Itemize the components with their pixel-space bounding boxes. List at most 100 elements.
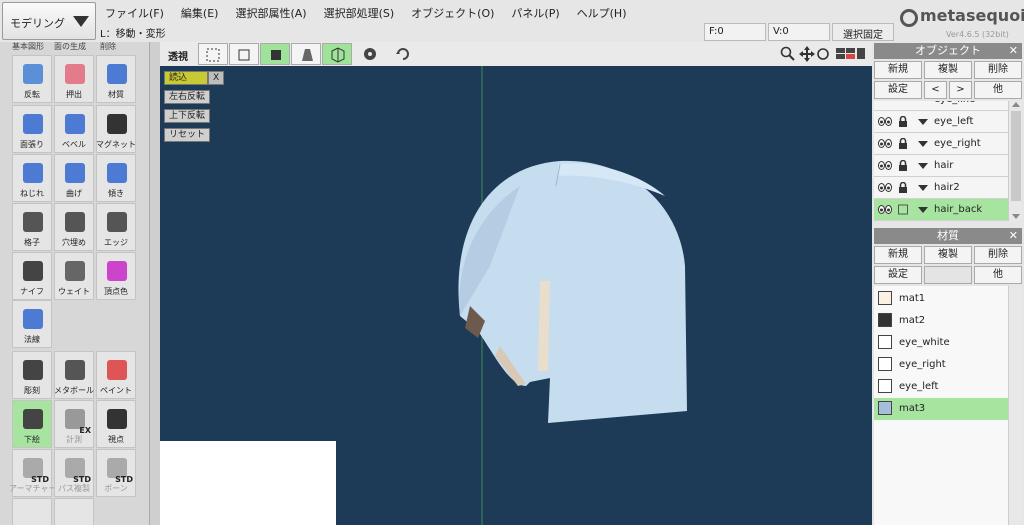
material-new-button[interactable]: 新規 xyxy=(874,246,922,264)
tool-knife[interactable]: ナイフ xyxy=(12,252,52,300)
refresh-icon[interactable] xyxy=(388,43,418,65)
tool-underlay[interactable]: 下絵 xyxy=(12,400,52,448)
tool-bevel[interactable]: ベベル xyxy=(54,105,94,153)
object-settings-button[interactable]: 設定 xyxy=(874,81,922,99)
menu-item-1[interactable]: 編集(E) xyxy=(172,0,227,22)
tool-weight[interactable]: ウェイト xyxy=(54,252,94,300)
expand-triangle-icon[interactable] xyxy=(918,141,928,147)
list-item[interactable]: eye_left xyxy=(874,376,1008,398)
tool-measure[interactable]: 計測 EX xyxy=(54,400,94,448)
expand-triangle-icon[interactable] xyxy=(918,119,928,125)
list-item[interactable]: hair xyxy=(874,155,1008,177)
zoom-icon[interactable] xyxy=(780,46,796,62)
menu-item-5[interactable]: パネル(P) xyxy=(502,0,567,22)
selection-fix-button[interactable]: 選択固定 xyxy=(832,23,894,41)
object-delete-button[interactable]: 削除 xyxy=(974,61,1022,79)
object-list-scrollbar[interactable] xyxy=(1008,101,1022,221)
tool-tilt[interactable]: 傾き xyxy=(96,154,136,202)
3d-viewport[interactable]: 読込 X 左右反転 上下反転 リセット xyxy=(160,66,872,525)
eye-icon[interactable] xyxy=(878,183,892,192)
object-other-button[interactable]: 他 xyxy=(974,81,1022,99)
face-mode-button[interactable] xyxy=(260,43,290,65)
eye-icon[interactable] xyxy=(878,117,892,126)
tool-twist[interactable]: ねじれ xyxy=(12,154,52,202)
menu-item-2[interactable]: 選択部属性(A) xyxy=(226,0,314,22)
menu-item-6[interactable]: ヘルプ(H) xyxy=(568,0,635,22)
eye-icon[interactable] xyxy=(878,161,892,170)
view-layout-icon[interactable] xyxy=(836,48,866,62)
flip-vertical-button[interactable]: 上下反転 xyxy=(164,109,211,123)
tool-armature[interactable]: アーマチャー STD xyxy=(9,449,56,497)
expand-triangle-icon[interactable] xyxy=(918,185,928,191)
material-swatch[interactable] xyxy=(878,401,892,415)
material-duplicate-button[interactable]: 複製 xyxy=(924,246,972,264)
wire-mode-button[interactable] xyxy=(291,43,321,65)
list-item[interactable]: hair_back xyxy=(874,199,1008,221)
material-swatch[interactable] xyxy=(878,335,892,349)
lock-icon[interactable] xyxy=(898,181,908,193)
close-image-button[interactable]: X xyxy=(208,71,225,85)
tool-panel-scrollbar[interactable] xyxy=(150,42,160,525)
tool-sculpt[interactable]: 彫刻 xyxy=(12,351,52,399)
tool-magnet[interactable]: マグネット xyxy=(96,105,136,153)
object-prev-button[interactable]: < xyxy=(924,81,947,99)
tool-extrude[interactable]: 押出 xyxy=(54,55,94,103)
list-item[interactable]: eye_right xyxy=(874,354,1008,376)
tool-lattice[interactable]: 格子 xyxy=(12,203,52,251)
tool-bone[interactable]: ボーン STD xyxy=(96,449,136,497)
eye-icon[interactable] xyxy=(878,139,892,148)
unlock-icon[interactable] xyxy=(898,204,908,215)
list-item[interactable]: eye_white xyxy=(874,332,1008,354)
list-item[interactable]: mat1 xyxy=(874,288,1008,310)
object-duplicate-button[interactable]: 複製 xyxy=(924,61,972,79)
object-new-button[interactable]: 新規 xyxy=(874,61,922,79)
tool-edge[interactable]: エッジ xyxy=(96,203,136,251)
tool-fill-hole[interactable]: 穴埋め xyxy=(54,203,94,251)
menu-item-4[interactable]: オブジェクト(O) xyxy=(402,0,502,22)
rotate-view-icon[interactable] xyxy=(816,45,830,63)
tool-camera[interactable]: 視点 xyxy=(96,400,136,448)
tool-material[interactable]: 材質 xyxy=(96,55,136,103)
list-item[interactable]: eye_line xyxy=(874,101,1008,111)
material-swatch[interactable] xyxy=(878,313,892,327)
eye-icon[interactable] xyxy=(878,205,892,214)
menu-item-0[interactable]: ファイル(F) xyxy=(96,0,172,22)
list-item[interactable]: eye_right xyxy=(874,133,1008,155)
tool-vertex-color[interactable]: 頂点色 xyxy=(96,252,136,300)
move-view-icon[interactable] xyxy=(798,45,816,63)
list-item[interactable]: hair2 xyxy=(874,177,1008,199)
flip-horizontal-button[interactable]: 左右反転 xyxy=(164,90,211,104)
select-lasso-button[interactable] xyxy=(229,43,259,65)
tool-face-fill[interactable]: 面張り xyxy=(12,105,52,153)
list-item[interactable]: mat3 xyxy=(874,398,1008,420)
material-other-button[interactable]: 他 xyxy=(974,266,1022,284)
close-icon[interactable]: ✕ xyxy=(1009,43,1018,59)
load-image-button[interactable]: 読込 xyxy=(164,71,208,85)
material-settings-button[interactable]: 設定 xyxy=(874,266,922,284)
material-swatch[interactable] xyxy=(878,357,892,371)
tool-paint[interactable]: ペイント xyxy=(96,351,136,399)
expand-triangle-icon[interactable] xyxy=(918,163,928,169)
select-rect-button[interactable] xyxy=(198,43,228,65)
material-delete-button[interactable]: 削除 xyxy=(974,246,1022,264)
reset-button[interactable]: リセット xyxy=(164,128,211,142)
material-list-scrollbar[interactable] xyxy=(1008,286,1022,525)
material-swatch[interactable] xyxy=(878,379,892,393)
tool-metaball[interactable]: メタボール xyxy=(54,351,94,399)
expand-triangle-icon[interactable] xyxy=(918,207,928,213)
tool-partial-0[interactable]: STD xyxy=(12,498,52,525)
tool-path-copy[interactable]: パス複製 STD xyxy=(54,449,94,497)
lock-icon[interactable] xyxy=(898,115,908,127)
close-icon[interactable]: ✕ xyxy=(1009,228,1018,244)
list-item[interactable]: eye_left xyxy=(874,111,1008,133)
menu-item-3[interactable]: 選択部処理(S) xyxy=(315,0,403,22)
mode-select[interactable]: モデリング xyxy=(2,2,96,40)
list-item[interactable]: mat2 xyxy=(874,310,1008,332)
material-swatch[interactable] xyxy=(878,291,892,305)
tool-normal[interactable]: 法線 xyxy=(12,300,52,348)
tool-flip[interactable]: 反転 xyxy=(12,55,52,103)
object-next-button[interactable]: > xyxy=(949,81,972,99)
lock-icon[interactable] xyxy=(898,159,908,171)
cube-view-button[interactable] xyxy=(322,43,352,65)
lock-icon[interactable] xyxy=(898,137,908,149)
